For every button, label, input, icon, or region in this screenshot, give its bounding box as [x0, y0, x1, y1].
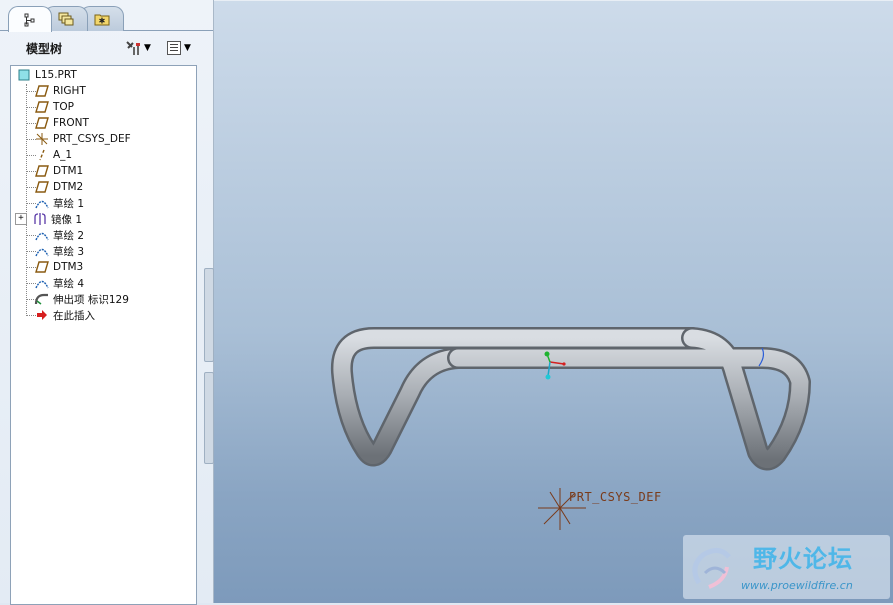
- tree-item-insert-here[interactable]: 在此插入: [33, 307, 95, 323]
- svg-text:✱: ✱: [99, 17, 106, 26]
- chevron-down-icon: ▼: [184, 43, 191, 53]
- tools-settings-icon: [126, 41, 140, 55]
- tree-item-dtm1[interactable]: DTM1: [33, 163, 83, 179]
- panel-splitter-handle[interactable]: [204, 268, 214, 362]
- tree-item-label: 草绘 1: [53, 197, 85, 210]
- tree-item-label: L15.PRT: [35, 69, 77, 81]
- tree-guide-line: [26, 123, 36, 124]
- model-tree[interactable]: L15.PRT RIGHT TOP FRONT PRT_CSYS_DEF A_1…: [10, 65, 197, 605]
- watermark-title: 野火论坛: [753, 545, 853, 573]
- tree-item-label: DTM3: [53, 261, 84, 273]
- tree-item-protrusion-129[interactable]: 伸出项 标识129: [33, 291, 129, 307]
- tree-guide-line: [26, 187, 36, 188]
- mirror-icon: [31, 212, 49, 226]
- tree-guide-line: [26, 203, 36, 204]
- tree-item-label: DTM1: [53, 165, 84, 177]
- navigator-panel: ✱ 模型树 ▼ ▼ L15.PRT RIGHT TOP FRONT PRT_CS…: [0, 0, 214, 605]
- tree-show-button[interactable]: ▼: [166, 38, 191, 58]
- tree-item-label: FRONT: [53, 117, 89, 129]
- expand-plus-icon[interactable]: +: [15, 213, 27, 225]
- model-tree-tab[interactable]: [8, 6, 52, 32]
- tree-item-right[interactable]: RIGHT: [33, 83, 86, 99]
- tree-item-a-1[interactable]: A_1: [33, 147, 72, 163]
- tree-show-icon: [167, 41, 181, 55]
- tree-guide-line: [26, 283, 36, 284]
- graphics-viewport[interactable]: PRT_CSYS_DEF 野火论坛 www.proewildfire.cn: [214, 0, 893, 603]
- tree-item-label: DTM2: [53, 181, 84, 193]
- tree-settings-button[interactable]: ▼: [124, 38, 151, 58]
- tree-guide-line: [26, 267, 36, 268]
- tree-guide-line: [26, 171, 36, 172]
- tree-item-sketch-4[interactable]: 草绘 4: [33, 275, 84, 291]
- tree-item-label: 草绘 2: [53, 229, 85, 242]
- tree-item-label: 草绘 3: [53, 245, 85, 258]
- layers-icon: [58, 12, 74, 26]
- tree-item-label: 镜像 1: [51, 213, 83, 226]
- watermark-logo: [692, 548, 731, 589]
- pipe-model[interactable]: [214, 0, 893, 603]
- tree-item-mirror-1[interactable]: + 镜像 1: [15, 211, 82, 227]
- tree-guide-line: [26, 235, 36, 236]
- tree-root-item[interactable]: L15.PRT: [15, 67, 77, 83]
- csys-label: PRT_CSYS_DEF: [569, 490, 662, 504]
- tree-item-prt-csys-def[interactable]: PRT_CSYS_DEF: [33, 131, 131, 147]
- tree-item-sketch-3[interactable]: 草绘 3: [33, 243, 84, 259]
- tree-item-label: A_1: [53, 149, 73, 161]
- tree-item-label: 伸出项 标识129: [53, 293, 129, 306]
- tree-guide-line: [26, 251, 36, 252]
- tree-guide-line: [26, 155, 36, 156]
- tree-item-label: 在此插入: [53, 309, 95, 322]
- watermark-url: www.proewildfire.cn: [741, 579, 853, 592]
- tree-item-label: RIGHT: [53, 85, 86, 97]
- tree-guide-line: [26, 139, 36, 140]
- tree-guide-line: [26, 91, 36, 92]
- tree-guide-line: [26, 315, 36, 316]
- tree-item-dtm2[interactable]: DTM2: [33, 179, 83, 195]
- tree-guide-line: [26, 299, 36, 300]
- forum-watermark: 野火论坛 www.proewildfire.cn: [683, 535, 890, 599]
- tree-item-sketch-2[interactable]: 草绘 2: [33, 227, 84, 243]
- navigator-tabs: ✱: [8, 6, 124, 32]
- panel-splitter-handle[interactable]: [204, 372, 214, 464]
- tree-item-top[interactable]: TOP: [33, 99, 74, 115]
- tree-item-label: TOP: [53, 101, 75, 113]
- part-icon: [15, 68, 33, 82]
- model-tree-header: 模型树 ▼ ▼: [0, 34, 213, 62]
- tree-item-front[interactable]: FRONT: [33, 115, 89, 131]
- model-tree-title: 模型树: [26, 42, 63, 56]
- tree-guide-line: [26, 84, 27, 316]
- chevron-down-icon: ▼: [144, 43, 151, 53]
- tree-item-label: PRT_CSYS_DEF: [53, 133, 131, 145]
- folder-star-icon: ✱: [94, 14, 110, 26]
- model-tree-icon: [24, 13, 35, 26]
- tree-guide-line: [26, 107, 36, 108]
- tree-item-dtm3[interactable]: DTM3: [33, 259, 83, 275]
- tree-item-sketch-1[interactable]: 草绘 1: [33, 195, 84, 211]
- tree-item-label: 草绘 4: [53, 277, 85, 290]
